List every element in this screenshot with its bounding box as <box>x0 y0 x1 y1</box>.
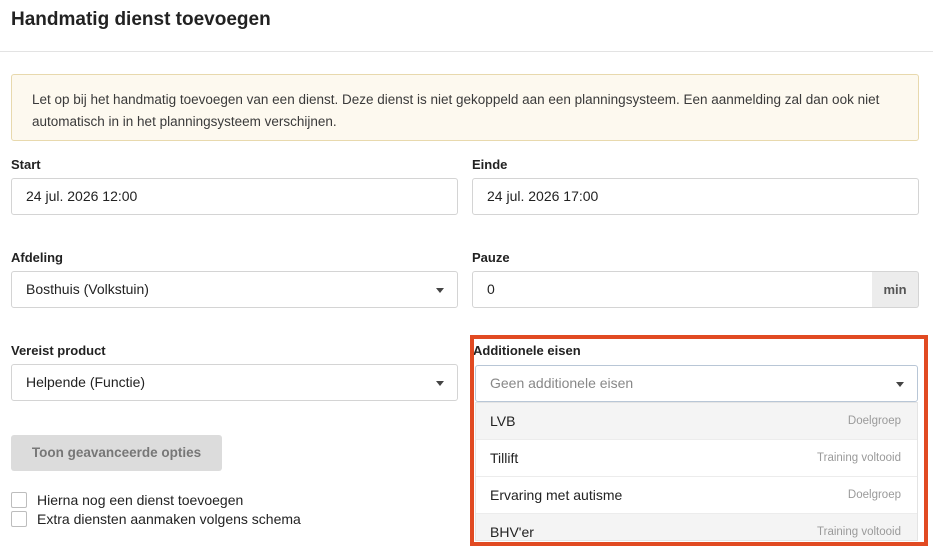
option-name: LVB <box>490 413 516 429</box>
product-select[interactable]: Helpende (Functie) <box>11 364 458 401</box>
add-another-checkbox[interactable] <box>11 492 27 508</box>
checkbox-row-schedule[interactable]: Extra diensten aanmaken volgens schema <box>11 510 301 528</box>
requirements-option-bhv[interactable]: BHV'er Training voltooid <box>476 514 917 540</box>
department-select[interactable]: Bosthuis (Volkstuin) <box>11 271 458 308</box>
end-input[interactable]: 24 jul. 2026 17:00 <box>472 178 919 215</box>
requirements-placeholder: Geen additionele eisen <box>490 375 634 391</box>
option-tag: Doelgroep <box>847 415 901 427</box>
requirements-select[interactable]: Geen additionele eisen <box>475 365 918 402</box>
requirements-option-lvb[interactable]: LVB Doelgroep <box>476 403 917 440</box>
option-tag: Doelgroep <box>847 489 901 501</box>
requirements-option-autisme[interactable]: Ervaring met autisme Doelgroep <box>476 477 917 514</box>
start-label: Start <box>11 157 41 172</box>
department-value: Bosthuis (Volkstuin) <box>26 281 149 297</box>
requirements-label: Additionele eisen <box>473 343 581 358</box>
product-value: Helpende (Functie) <box>26 374 146 390</box>
option-name: BHV'er <box>490 524 534 540</box>
schedule-label: Extra diensten aanmaken volgens schema <box>37 511 301 527</box>
option-tag: Training voltooid <box>817 526 901 538</box>
option-name: Ervaring met autisme <box>490 487 623 503</box>
title-divider <box>0 51 933 52</box>
option-tag: Training voltooid <box>817 452 901 464</box>
requirements-option-tillift[interactable]: Tillift Training voltooid <box>476 440 917 477</box>
department-label: Afdeling <box>11 250 63 265</box>
end-label: Einde <box>472 157 508 172</box>
schedule-checkbox[interactable] <box>11 511 27 527</box>
break-input[interactable]: 0 <box>472 271 873 308</box>
break-unit-addon: min <box>872 271 919 308</box>
notice-banner: Let op bij het handmatig toevoegen van e… <box>11 74 919 141</box>
product-label: Vereist product <box>11 343 106 358</box>
modal-title: Handmatig dienst toevoegen <box>11 9 271 30</box>
add-another-label: Hierna nog een dienst toevoegen <box>37 492 244 508</box>
break-label: Pauze <box>472 250 510 265</box>
chevron-down-icon <box>896 382 904 387</box>
option-name: Tillift <box>490 450 519 466</box>
requirements-dropdown: LVB Doelgroep Tillift Training voltooid … <box>475 402 918 541</box>
checkbox-row-add-another[interactable]: Hierna nog een dienst toevoegen <box>11 491 243 509</box>
chevron-down-icon <box>436 288 444 293</box>
advanced-options-button[interactable]: Toon geavanceerde opties <box>11 435 222 471</box>
chevron-down-icon <box>436 381 444 386</box>
start-input[interactable]: 24 jul. 2026 12:00 <box>11 178 458 215</box>
